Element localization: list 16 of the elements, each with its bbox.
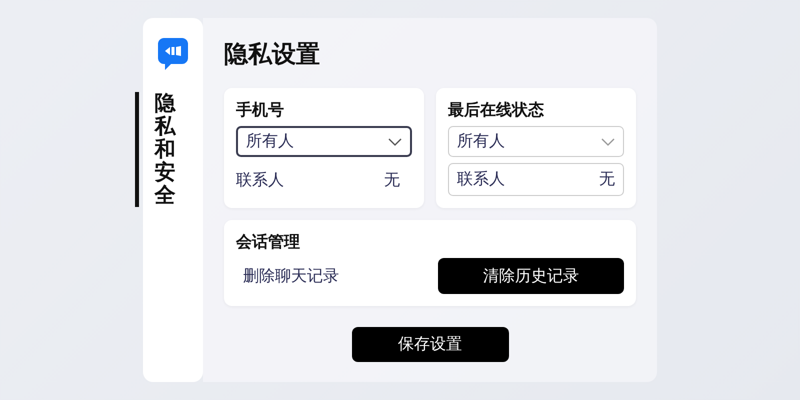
chevron-down-icon: [388, 138, 402, 146]
sidebar-item[interactable]: 隐私和安全: [134, 92, 176, 208]
contacts-field[interactable]: 联系人 无: [448, 163, 624, 196]
page-title: 隐私设置: [224, 39, 321, 70]
dropdown[interactable]: 所有人: [448, 126, 624, 157]
row-label: 联系人: [236, 170, 284, 191]
save-button[interactable]: 保存设置: [352, 327, 508, 362]
card-title: 最后在线状态: [448, 99, 545, 121]
card-title: 会话管理: [236, 231, 301, 253]
dropdown[interactable]: 所有人: [236, 126, 412, 157]
clear-history-button[interactable]: 清除历史记录: [438, 258, 624, 294]
delete-chats-link[interactable]: 删除聊天记录: [243, 266, 339, 286]
chat-logo-icon: [158, 38, 188, 70]
row-value: 无: [384, 170, 400, 191]
card-title: 手机号: [236, 99, 285, 121]
chevron-down-icon: [601, 138, 615, 146]
